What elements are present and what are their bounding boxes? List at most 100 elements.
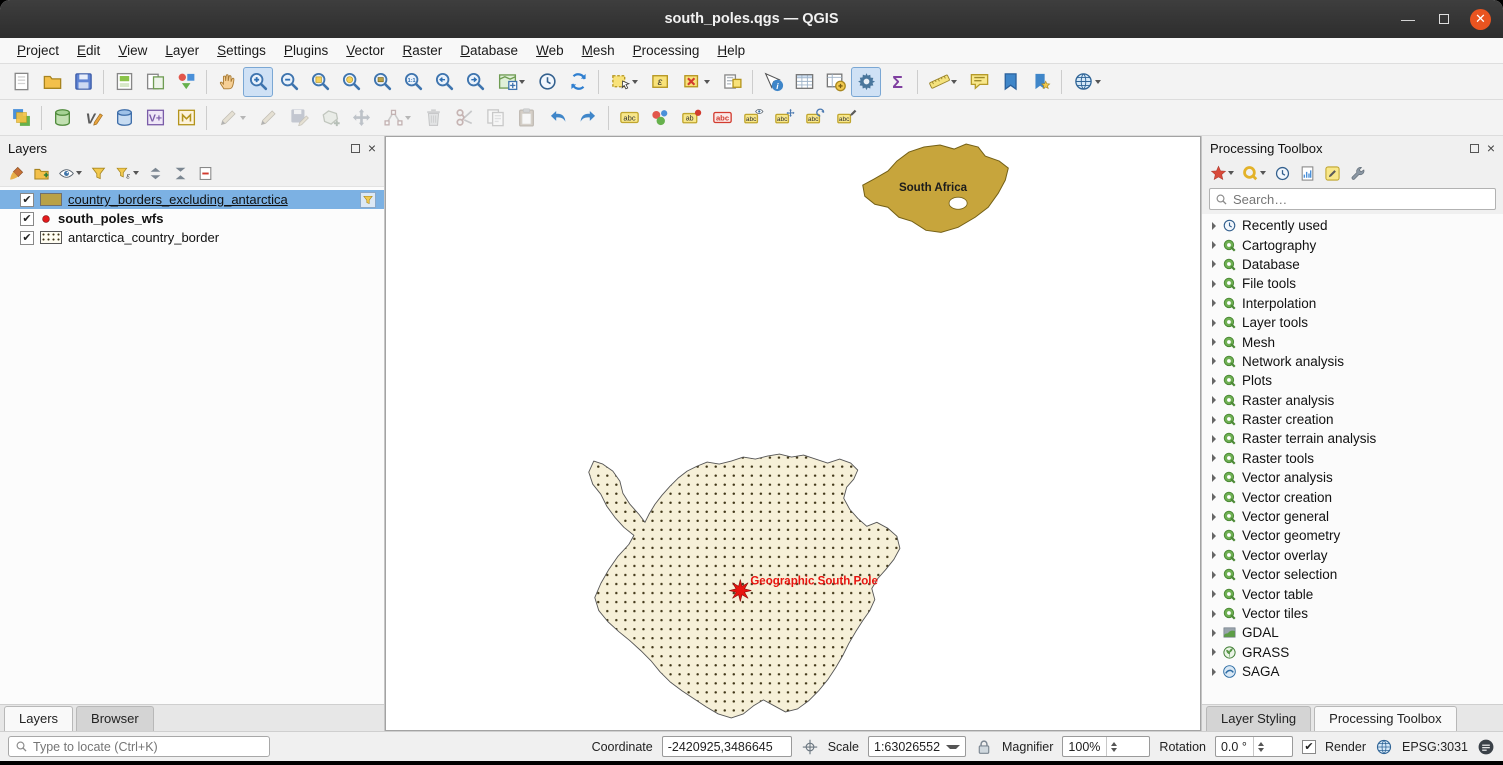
open-attribute-table-button[interactable]: [789, 67, 819, 97]
render-checkbox[interactable]: ✔: [1302, 740, 1316, 754]
manage-map-themes-button[interactable]: [56, 162, 84, 184]
expand-arrow-icon[interactable]: [1212, 241, 1216, 249]
menu-edit[interactable]: Edit: [68, 40, 109, 61]
processing-models-button[interactable]: [1208, 162, 1236, 184]
new-spatial-bookmark-button[interactable]: [995, 67, 1025, 97]
rotation-spinner[interactable]: 0.0 °: [1215, 736, 1293, 757]
zoom-to-selection-button[interactable]: [336, 67, 366, 97]
tab-browser[interactable]: Browser: [76, 706, 154, 731]
pin-unpin-labels-button[interactable]: ab: [676, 103, 706, 133]
toolbox-search[interactable]: [1209, 188, 1496, 210]
menu-raster[interactable]: Raster: [394, 40, 452, 61]
toolbox-group-raster-terrain-analysis[interactable]: Raster terrain analysis: [1202, 429, 1503, 448]
toolbox-group-saga[interactable]: SAGA: [1202, 662, 1503, 681]
close-icon[interactable]: ✕: [1470, 9, 1491, 30]
maximize-icon[interactable]: [1434, 9, 1454, 29]
chevron-down-icon[interactable]: [632, 80, 638, 84]
toolbox-group-vector-analysis[interactable]: Vector analysis: [1202, 468, 1503, 487]
layer-row[interactable]: ✔country_borders_excluding_antarctica: [0, 190, 384, 209]
save-project-button[interactable]: [68, 67, 98, 97]
menu-view[interactable]: View: [109, 40, 156, 61]
tab-layers[interactable]: Layers: [4, 706, 73, 731]
expand-arrow-icon[interactable]: [1212, 222, 1216, 230]
float-panel-icon[interactable]: [1470, 144, 1479, 153]
tab-layer-styling[interactable]: Layer Styling: [1206, 706, 1311, 731]
toolbox-search-input[interactable]: [1233, 192, 1490, 207]
refresh-map-button[interactable]: [563, 67, 593, 97]
menu-processing[interactable]: Processing: [624, 40, 709, 61]
toolbox-group-raster-analysis[interactable]: Raster analysis: [1202, 391, 1503, 410]
title-bar[interactable]: south_poles.qgs — QGIS — ✕: [0, 0, 1503, 38]
map-tips-button[interactable]: [964, 67, 994, 97]
menu-database[interactable]: Database: [451, 40, 527, 61]
menu-web[interactable]: Web: [527, 40, 573, 61]
expand-arrow-icon[interactable]: [1212, 299, 1216, 307]
chevron-down-icon[interactable]: [240, 116, 246, 120]
rotate-label-button[interactable]: abc: [800, 103, 830, 133]
layer-labeling-options-button[interactable]: abc: [614, 103, 644, 133]
open-layer-styling-panel-button[interactable]: [6, 162, 27, 184]
expand-arrow-icon[interactable]: [1212, 493, 1216, 501]
expand-arrow-icon[interactable]: [1212, 629, 1216, 637]
float-panel-icon[interactable]: [351, 144, 360, 153]
new-geopackage-layer-button[interactable]: [47, 103, 77, 133]
chevron-down-icon[interactable]: [1260, 171, 1266, 175]
chevron-down-icon[interactable]: [76, 171, 82, 175]
expand-arrow-icon[interactable]: [1212, 338, 1216, 346]
toolbox-group-vector-creation[interactable]: Vector creation: [1202, 487, 1503, 506]
redo-button[interactable]: [573, 103, 603, 133]
messages-icon[interactable]: [1477, 738, 1495, 756]
expand-arrow-icon[interactable]: [1212, 319, 1216, 327]
toolbox-group-grass[interactable]: GRASS: [1202, 643, 1503, 662]
expand-arrow-icon[interactable]: [1212, 416, 1216, 424]
chevron-down-icon[interactable]: [519, 80, 525, 84]
toolbox-group-mesh[interactable]: Mesh: [1202, 332, 1503, 351]
metasearch-button[interactable]: [1067, 67, 1107, 97]
toolbox-group-vector-general[interactable]: Vector general: [1202, 507, 1503, 526]
layer-visibility-checkbox[interactable]: ✔: [20, 193, 34, 207]
toolbox-group-vector-geometry[interactable]: Vector geometry: [1202, 526, 1503, 545]
extents-icon[interactable]: [801, 738, 819, 756]
crs-value[interactable]: EPSG:3031: [1402, 740, 1468, 754]
processing-history-button[interactable]: [1272, 162, 1293, 184]
toolbox-group-plots[interactable]: Plots: [1202, 371, 1503, 390]
map-canvas[interactable]: South Africa Geographic South Pole: [385, 136, 1201, 731]
expand-arrow-icon[interactable]: [1212, 357, 1216, 365]
processing-results-viewer-button[interactable]: [1297, 162, 1318, 184]
expand-arrow-icon[interactable]: [1212, 590, 1216, 598]
expand-all-button[interactable]: [145, 162, 166, 184]
undo-button[interactable]: [542, 103, 572, 133]
zoom-in-button[interactable]: [243, 67, 273, 97]
toolbox-group-gdal[interactable]: GDAL: [1202, 623, 1503, 642]
field-calculator-button[interactable]: [820, 67, 850, 97]
chevron-down-icon[interactable]: [704, 80, 710, 84]
chevron-down-icon[interactable]: [951, 80, 957, 84]
toolbox-group-vector-table[interactable]: Vector table: [1202, 584, 1503, 603]
select-by-expression-button[interactable]: ε: [645, 67, 675, 97]
menu-plugins[interactable]: Plugins: [275, 40, 337, 61]
expand-arrow-icon[interactable]: [1212, 377, 1216, 385]
measure-line-button[interactable]: [923, 67, 963, 97]
expand-arrow-icon[interactable]: [1212, 454, 1216, 462]
menu-vector[interactable]: Vector: [337, 40, 393, 61]
expand-arrow-icon[interactable]: [1212, 280, 1216, 288]
temporal-controller-button[interactable]: [532, 67, 562, 97]
toolbox-group-cartography[interactable]: Cartography: [1202, 235, 1503, 254]
expand-arrow-icon[interactable]: [1212, 260, 1216, 268]
toolbox-group-interpolation[interactable]: Interpolation: [1202, 294, 1503, 313]
new-temporary-scratch-layer-button[interactable]: [171, 103, 201, 133]
toolbox-group-vector-selection[interactable]: Vector selection: [1202, 565, 1503, 584]
new-project-button[interactable]: [6, 67, 36, 97]
magnifier-spinner[interactable]: 100%: [1062, 736, 1150, 757]
chevron-down-icon[interactable]: [1095, 80, 1101, 84]
crs-icon[interactable]: [1375, 738, 1393, 756]
pan-map-button[interactable]: [212, 67, 242, 97]
locate-bar[interactable]: [8, 736, 270, 757]
expand-arrow-icon[interactable]: [1212, 668, 1216, 676]
toolbox-group-network-analysis[interactable]: Network analysis: [1202, 352, 1503, 371]
zoom-last-button[interactable]: [429, 67, 459, 97]
data-source-manager-button[interactable]: [6, 103, 36, 133]
expand-arrow-icon[interactable]: [1212, 610, 1216, 618]
layer-visibility-checkbox[interactable]: ✔: [20, 231, 34, 245]
zoom-native-button[interactable]: 1:1: [398, 67, 428, 97]
